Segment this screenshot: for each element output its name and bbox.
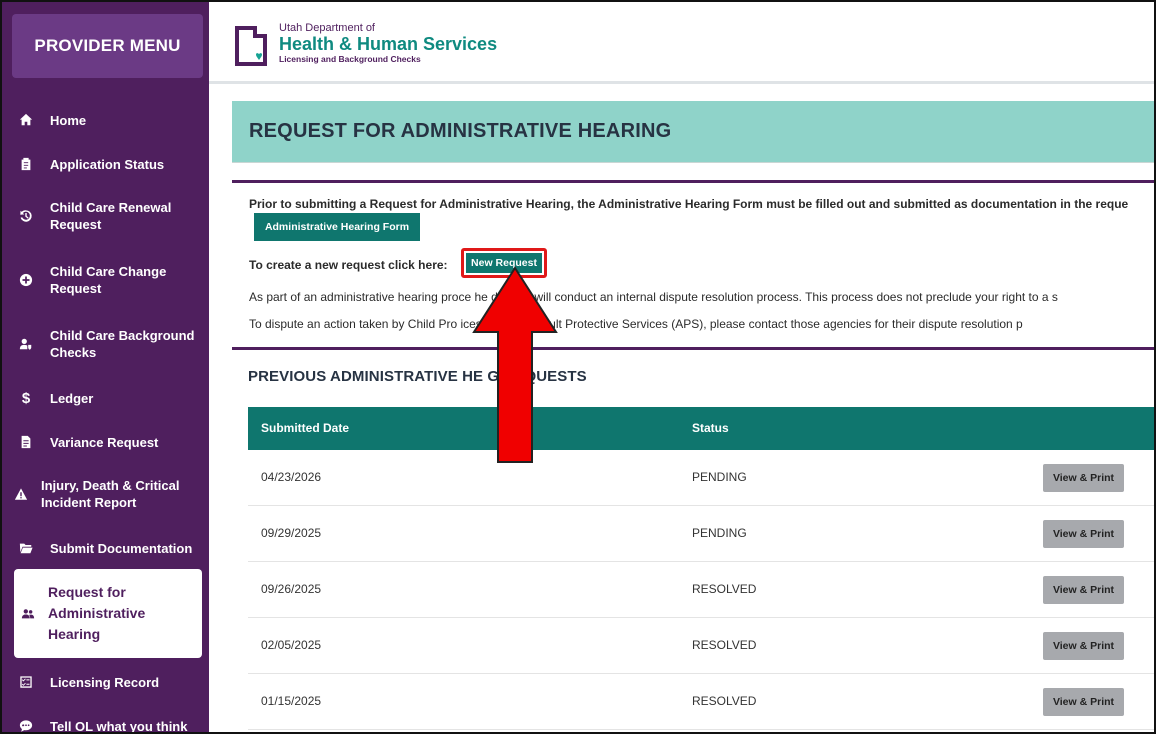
intro-text: Prior to submitting a Request for Admini… [249, 197, 1129, 211]
table-row: 09/29/2025 PENDING View & Print [248, 506, 1154, 562]
sidebar-item-label: Variance Request [50, 434, 159, 450]
request-status: RESOLVED [692, 582, 757, 596]
logo-agency-name: Health & Human Services [279, 34, 498, 54]
sidebar-item-label: Tell OL what you think [50, 718, 188, 734]
sidebar-item-submit-documentation[interactable]: Submit Documentation [2, 536, 209, 560]
sidebar-item-application-status[interactable]: Application Status [2, 152, 209, 176]
administrative-hearing-form-button[interactable]: Administrative Hearing Form [254, 213, 420, 241]
create-request-prompt: To create a new request click here: [249, 258, 448, 272]
sidebar-item-label: Child Care Change Request [50, 264, 167, 296]
site-logo[interactable]: Utah Department of Health & Human Servic… [279, 22, 497, 64]
sidebar-item-incident-report[interactable]: Injury, Death & Critical Incident Report [2, 474, 209, 514]
app-window: PROVIDER MENU Home Application Status Ch… [0, 0, 1156, 734]
sidebar-item-label: Request for Administrative Hearing [48, 584, 146, 642]
table-row: 04/23/2026 PENDING View & Print [248, 450, 1154, 506]
main-content: REQUEST FOR ADMINISTRATIVE HEARING Prior… [209, 84, 1154, 732]
provider-sidebar: PROVIDER MENU Home Application Status Ch… [2, 2, 209, 734]
view-print-button[interactable]: View & Print [1043, 632, 1124, 660]
view-print-button[interactable]: View & Print [1043, 576, 1124, 604]
warning-icon [11, 487, 31, 501]
table-header: Submitted Date Status [248, 407, 1154, 450]
request-status: RESOLVED [692, 638, 757, 652]
history-icon [16, 209, 36, 223]
folder-icon [16, 541, 36, 555]
sidebar-item-label: Home [50, 112, 87, 128]
checklist-icon [16, 675, 36, 689]
chat-icon [16, 719, 36, 732]
sidebar-item-label: Child Care Renewal Request [50, 200, 172, 232]
sidebar-item-feedback[interactable]: Tell OL what you think [2, 714, 209, 734]
table-row: 09/26/2025 RESOLVED View & Print [248, 562, 1154, 618]
sidebar-item-label: Injury, Death & Critical Incident Report [41, 478, 180, 510]
submitted-date: 01/15/2025 [261, 694, 322, 708]
sidebar-item-variance-request[interactable]: Variance Request [2, 430, 209, 454]
sidebar-item-label: Ledger [50, 390, 94, 406]
submitted-date: 09/26/2025 [261, 582, 322, 596]
previous-requests-table: Submitted Date Status 04/23/2026 PENDING… [248, 407, 1154, 730]
sidebar-item-label: Submit Documentation [50, 540, 193, 556]
page-title-bar: REQUEST FOR ADMINISTRATIVE HEARING [232, 101, 1154, 163]
site-header: Utah Department of Health & Human Servic… [209, 2, 1154, 84]
logo-division: Licensing and Background Checks [279, 54, 421, 64]
logo-department: Utah Department of [279, 22, 375, 34]
sidebar-item-licensing-record[interactable]: Licensing Record [2, 670, 209, 694]
document-icon [16, 435, 36, 449]
sidebar-item-label: Licensing Record [50, 674, 160, 690]
cps-aps-dispute-text: To dispute an action taken by Child Pro … [249, 317, 1023, 331]
dhhs-logo-icon [235, 26, 267, 66]
table-row: 01/15/2025 RESOLVED View & Print [248, 674, 1154, 730]
sidebar-title: PROVIDER MENU [12, 14, 203, 78]
dollar-icon: $ [21, 389, 31, 407]
page-title: REQUEST FOR ADMINISTRATIVE HEARING [249, 120, 672, 142]
column-header-submitted-date: Submitted Date [261, 421, 350, 435]
sidebar-item-change-request[interactable]: Child Care Change Request [2, 260, 209, 300]
people-icon [18, 607, 38, 621]
column-header-status: Status [692, 421, 729, 435]
sidebar-item-background-checks[interactable]: Child Care Background Checks [2, 324, 209, 364]
table-row: 02/05/2025 RESOLVED View & Print [248, 618, 1154, 674]
annotation-arrow-icon [472, 266, 558, 463]
request-status: PENDING [692, 470, 747, 484]
view-print-button[interactable]: View & Print [1043, 520, 1124, 548]
sidebar-item-label: Application Status [50, 156, 165, 172]
sidebar-item-home[interactable]: Home [2, 108, 209, 132]
sidebar-item-renewal-request[interactable]: Child Care Renewal Request [2, 196, 209, 236]
submitted-date: 02/05/2025 [261, 638, 322, 652]
submitted-date: 04/23/2026 [261, 470, 322, 484]
request-status: RESOLVED [692, 694, 757, 708]
sidebar-item-administrative-hearing[interactable]: Request for Administrative Hearing [14, 569, 202, 658]
view-print-button[interactable]: View & Print [1043, 464, 1124, 492]
sidebar-item-label: Child Care Background Checks [50, 328, 195, 360]
hearing-info-panel: Prior to submitting a Request for Admini… [232, 180, 1154, 350]
home-icon [16, 113, 36, 127]
view-print-button[interactable]: View & Print [1043, 688, 1124, 716]
dispute-process-text: As part of an administrative hearing pro… [249, 290, 1058, 304]
clipboard-icon [16, 157, 36, 171]
submitted-date: 09/29/2025 [261, 526, 322, 540]
sidebar-item-ledger[interactable]: $ Ledger [2, 386, 209, 410]
user-shield-icon [16, 337, 36, 351]
plus-circle-icon [16, 273, 36, 287]
request-status: PENDING [692, 526, 747, 540]
